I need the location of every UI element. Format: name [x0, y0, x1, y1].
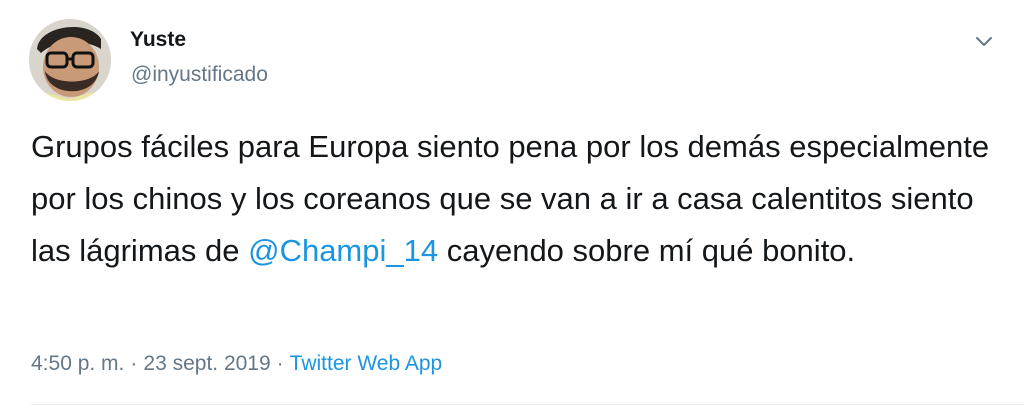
- tweet-source-link[interactable]: Twitter Web App: [290, 352, 443, 375]
- mention-link[interactable]: @Champi_14: [248, 233, 438, 268]
- tweet-menu-button[interactable]: [970, 28, 998, 56]
- chevron-down-icon: [976, 37, 992, 46]
- divider: [31, 404, 1024, 405]
- tweet-text-part-2: cayendo sobre mí qué bonito.: [438, 233, 856, 268]
- display-name[interactable]: Yuste: [130, 29, 186, 50]
- tweet-text: Grupos fáciles para Europa siento pena p…: [31, 121, 991, 277]
- tweet-meta: 4:50 p. m. · 23 sept. 2019 · Twitter Web App: [31, 353, 442, 374]
- tweet-date[interactable]: 23 sept. 2019: [143, 352, 270, 375]
- user-handle[interactable]: @inyustificado: [131, 64, 268, 85]
- avatar-image: [29, 19, 111, 101]
- meta-separator: ·: [276, 352, 284, 375]
- avatar[interactable]: [29, 19, 111, 101]
- meta-separator: ·: [130, 352, 138, 375]
- tweet-time[interactable]: 4:50 p. m.: [31, 352, 124, 375]
- tweet-card: Yuste @inyustificado Grupos fáciles para…: [0, 0, 1024, 414]
